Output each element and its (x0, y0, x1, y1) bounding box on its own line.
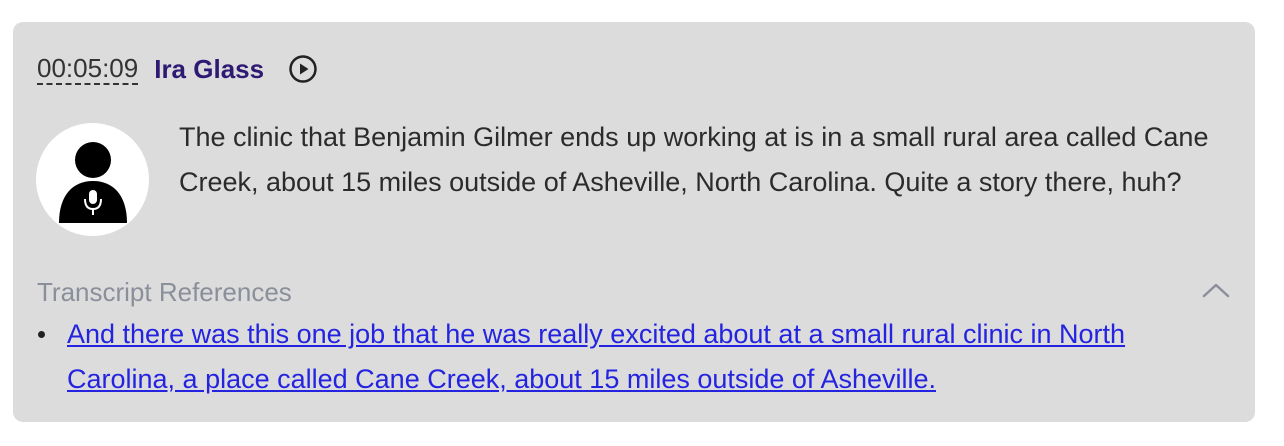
play-circle-icon (289, 55, 317, 83)
reference-item: And there was this one job that he was r… (37, 312, 1227, 402)
utterance-text: The clinic that Benjamin Gilmer ends up … (179, 122, 1209, 197)
references-list: And there was this one job that he was r… (37, 312, 1227, 402)
bullet (38, 331, 45, 338)
person-with-microphone-icon (58, 141, 127, 223)
collapse-references-button[interactable] (1199, 276, 1233, 304)
timestamp-link[interactable]: 00:05:09 (37, 54, 139, 85)
chevron-up-icon (1202, 283, 1230, 298)
entry-header: 00:05:09 Ira Glass (37, 52, 318, 86)
references-heading: Transcript References (37, 277, 292, 307)
speaker-name: Ira Glass (154, 54, 265, 84)
play-button[interactable] (288, 54, 318, 84)
transcript-entry-card: 00:05:09 Ira Glass The clinic that Benja… (13, 22, 1255, 422)
reference-link[interactable]: And there was this one job that he was r… (67, 319, 1125, 394)
avatar (36, 123, 149, 236)
